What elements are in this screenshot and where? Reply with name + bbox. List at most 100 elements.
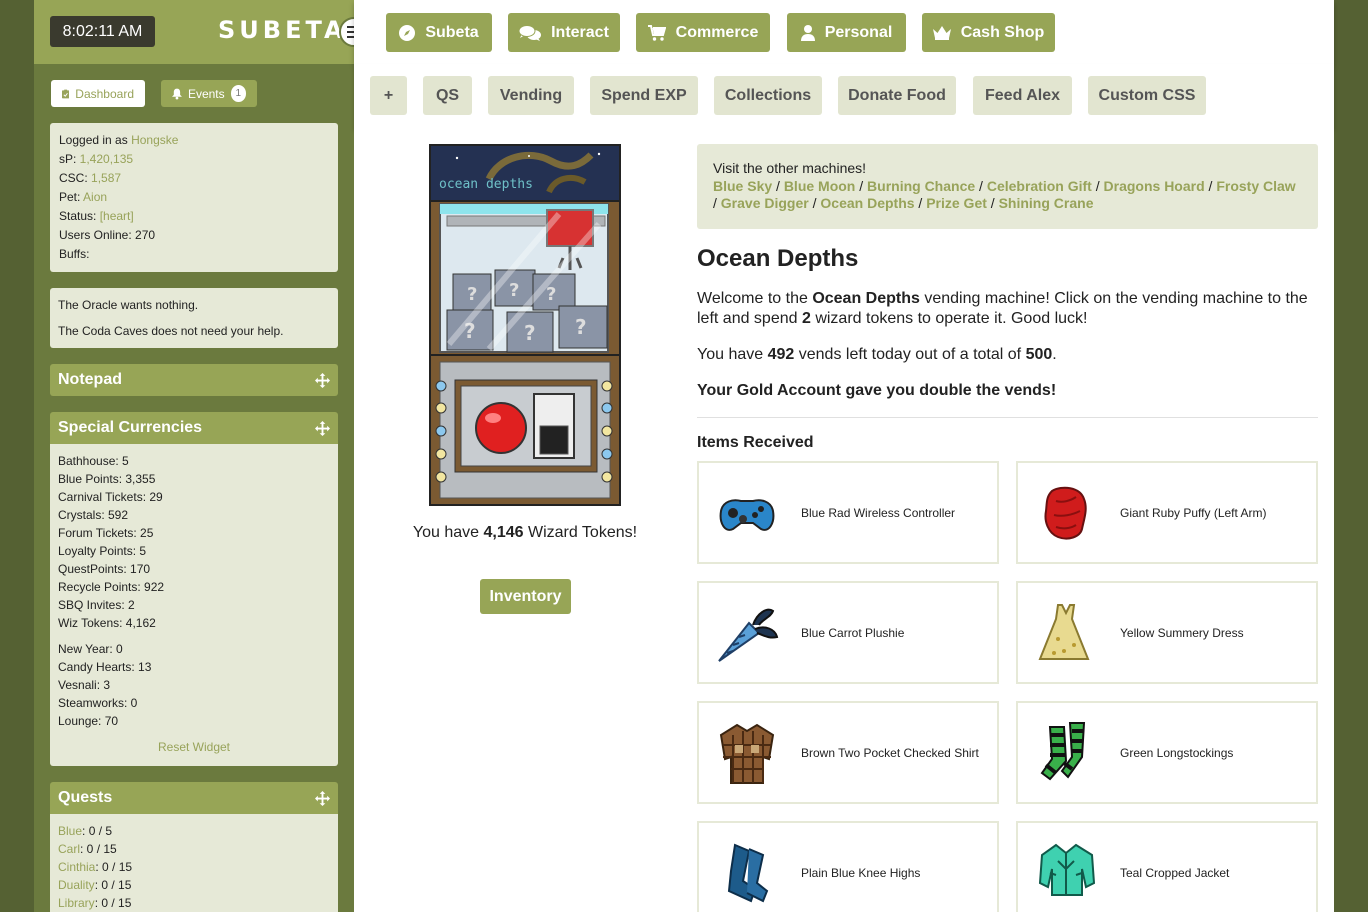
site-logo[interactable]: SUBETA [218,16,347,44]
quick-spend-exp-button[interactable]: Spend EXP [590,76,698,115]
quick-collections-button[interactable]: Collections [714,76,822,115]
svg-text:?: ? [575,315,587,339]
machine-link-celebration-gift[interactable]: Celebration Gift [987,178,1092,194]
item-card[interactable]: Plain Blue Knee Highs [697,821,999,912]
move-icon[interactable] [315,421,330,436]
pet-link[interactable]: Aion [83,190,107,204]
move-icon[interactable] [315,373,330,388]
main-content: ocean depths ? ? ? ? ? ? You have 4,146 … [354,128,1334,912]
notepad-widget-header[interactable]: Notepad [50,364,338,396]
sp-link[interactable]: 1,420,135 [80,152,133,166]
quest-link[interactable]: Duality [58,878,95,892]
machine-name: Ocean Depths [812,290,920,307]
item-name: Yellow Summery Dress [1120,625,1244,640]
currency-item: Vesnali: 3 [58,678,111,692]
nav-commerce-label: Commerce [675,23,759,41]
quests-title: Quests [58,789,113,806]
machine-link-ocean-depths[interactable]: Ocean Depths [820,195,914,211]
quick-feed-alex-button[interactable]: Feed Alex [973,76,1072,115]
currency-item: New Year: 0 [58,642,123,656]
nav-personal[interactable]: Personal [787,13,906,52]
separator: / [986,195,999,211]
item-card[interactable]: Green Longstockings [1016,701,1318,804]
coda-caves-text: The Coda Caves does not need your help. [58,324,284,338]
quests-widget-header[interactable]: Quests [50,782,338,814]
item-card[interactable]: Blue Carrot Plushie [697,581,999,684]
divider [697,417,1318,418]
vending-machine[interactable]: ocean depths ? ? ? ? ? ? [429,144,621,506]
quick-custom-css-button[interactable]: Custom CSS [1088,76,1206,115]
machine-link-blue-sky[interactable]: Blue Sky [713,178,772,194]
currency-item: Wiz Tokens: 4,162 [58,616,156,630]
other-machines-box: Visit the other machines! Blue Sky / Blu… [697,144,1318,229]
sp-row: sP: 1,420,135 [59,150,329,169]
cart-icon [647,24,666,41]
sidebar: 8:02:11 AM SUBETA Dashboard Events 1 Log… [34,0,354,912]
quick-add-button[interactable]: + [370,76,407,115]
separator: / [1204,177,1217,194]
quest-link[interactable]: Carl [58,842,80,856]
vends-total: 500 [1025,346,1053,363]
tab-dashboard[interactable]: Dashboard [51,80,145,107]
machine-links: Blue Sky / Blue Moon / Burning Chance / … [713,178,1302,213]
machine-link-burning-chance[interactable]: Burning Chance [867,178,975,194]
move-icon[interactable] [315,791,330,806]
compass-icon [399,24,416,41]
status-link[interactable]: [heart] [100,209,134,223]
quest-progress: : 0 / 15 [80,842,117,856]
item-name: Giant Ruby Puffy (Left Arm) [1120,505,1267,520]
machine-link-shining-crane[interactable]: Shining Crane [999,195,1094,211]
clipboard-icon [62,89,70,98]
machine-link-grave-digger[interactable]: Grave Digger [721,195,809,211]
username-link[interactable]: Hongske [131,133,178,147]
currency-item: Lounge: 70 [58,714,119,728]
tab-events-label: Events [187,86,225,101]
quest-progress: : 0 / 15 [95,860,133,874]
status-row: Status: [heart] [59,207,329,226]
machine-link-prize-get[interactable]: Prize Get [926,195,987,211]
nav-interact[interactable]: Interact [508,13,620,52]
quick-vending-button[interactable]: Vending [488,76,574,115]
quick-nav: + QS Vending Spend EXP Collections Donat… [354,64,1334,128]
summery-dress-icon [1038,603,1090,660]
welcome-prefix: Welcome to the [697,290,813,307]
tokens-prefix: You have [412,524,484,541]
currency-item: QuestPoints: 170 [58,562,151,576]
nav-subeta[interactable]: Subeta [386,13,492,52]
csc-link[interactable]: 1,587 [91,171,121,185]
buffs: Buffs: [59,247,90,261]
item-card[interactable]: Giant Ruby Puffy (Left Arm) [1016,461,1318,564]
item-card[interactable]: Blue Rad Wireless Controller [697,461,999,564]
machine-link-dragons-hoard[interactable]: Dragons Hoard [1104,178,1205,194]
quick-qs-button[interactable]: QS [423,76,472,115]
nav-cash-shop[interactable]: Cash Shop [922,13,1055,52]
quest-row: Carl: 0 / 15 [58,840,330,858]
quest-link[interactable]: Library [58,896,95,910]
clock: 8:02:11 AM [50,16,155,47]
quick-donate-food-button[interactable]: Donate Food [838,76,956,115]
machine-link-frosty-claw[interactable]: Frosty Claw [1216,178,1295,194]
currency-item: Carnival Tickets: 29 [58,490,163,504]
comments-icon [519,24,542,41]
quest-link[interactable]: Blue [58,824,82,838]
separator: / [975,177,987,194]
nav-personal-label: Personal [824,23,893,41]
separator: / [855,177,868,194]
reset-widget-link[interactable]: Reset Widget [58,740,330,754]
inventory-button[interactable]: Inventory [480,579,571,614]
vends-prefix: You have [697,346,768,363]
tab-dashboard-label: Dashboard [75,86,134,101]
logged-in-row: Logged in as Hongske [59,131,329,150]
quest-link[interactable]: Cinthia [58,860,95,874]
item-card[interactable]: Brown Two Pocket Checked Shirt [697,701,999,804]
nav-commerce[interactable]: Commerce [636,13,770,52]
vends-middle: vends left today out of a total of [794,346,1026,363]
item-card[interactable]: Teal Cropped Jacket [1016,821,1318,912]
account-panel: Logged in as Hongske sP: 1,420,135 CSC: … [50,123,338,272]
special-currencies-header[interactable]: Special Currencies [50,412,338,444]
item-card[interactable]: Yellow Summery Dress [1016,581,1318,684]
machine-link-blue-moon[interactable]: Blue Moon [784,178,856,194]
vends-text: You have 492 vends left today out of a t… [697,345,1318,365]
quest-row: Library: 0 / 15 [58,894,330,912]
tab-events[interactable]: Events 1 [161,80,257,107]
